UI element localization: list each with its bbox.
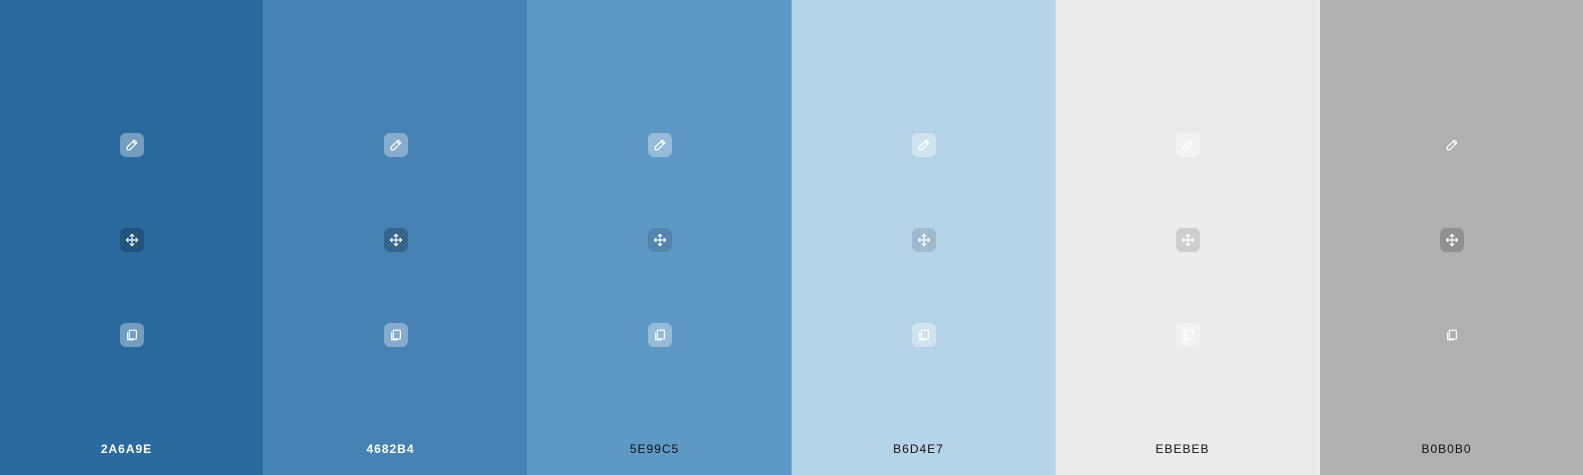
move-icon [125, 233, 138, 247]
copy-icon [654, 329, 665, 341]
swatch-3[interactable]: 5E99C5 [528, 0, 792, 475]
copy-button[interactable] [1440, 323, 1464, 347]
eyedropper-button[interactable] [647, 133, 672, 157]
color-palette: 2A6A9E 4682B4 5E99C5 B6D4E7 EBEBEB B0B0B… [0, 0, 1583, 475]
move-icon [1445, 233, 1458, 247]
copy-button[interactable] [647, 323, 672, 347]
move-icon [389, 233, 402, 247]
swatch-4[interactable]: B6D4E7 [792, 0, 1056, 475]
eyedropper-icon [126, 139, 137, 151]
eyedropper-icon [654, 139, 665, 151]
copy-icon [1446, 329, 1457, 341]
drag-handle-button[interactable] [1439, 228, 1464, 252]
copy-button[interactable] [119, 323, 144, 347]
drag-handle-button[interactable] [1175, 228, 1200, 252]
copy-icon [126, 329, 137, 341]
hex-label[interactable]: 2A6A9E [0, 442, 263, 456]
eyedropper-button[interactable] [119, 133, 144, 157]
swatch-5[interactable]: EBEBEB [1056, 0, 1320, 475]
eyedropper-icon [1182, 139, 1193, 151]
hex-label[interactable]: 4682B4 [254, 442, 527, 456]
eyedropper-icon [918, 139, 929, 151]
copy-icon [1182, 329, 1193, 341]
drag-handle-button[interactable] [647, 228, 672, 252]
copy-button[interactable] [1175, 323, 1200, 347]
hex-label[interactable]: EBEBEB [1046, 442, 1319, 456]
move-icon [1181, 233, 1194, 247]
swatch-2[interactable]: 4682B4 [264, 0, 528, 475]
move-icon [917, 233, 930, 247]
hex-label[interactable]: 5E99C5 [518, 442, 791, 456]
drag-handle-button[interactable] [911, 228, 936, 252]
copy-icon [390, 329, 401, 341]
hex-label[interactable]: B6D4E7 [782, 442, 1055, 456]
copy-button[interactable] [911, 323, 936, 347]
eyedropper-icon [1446, 139, 1457, 151]
move-icon [653, 233, 666, 247]
hex-label[interactable]: B0B0B0 [1310, 442, 1583, 456]
eyedropper-button[interactable] [911, 133, 936, 157]
eyedropper-icon [390, 139, 401, 151]
eyedropper-button[interactable] [1175, 133, 1200, 157]
copy-icon [918, 329, 929, 341]
eyedropper-button[interactable] [383, 133, 408, 157]
copy-button[interactable] [383, 323, 408, 347]
eyedropper-button[interactable] [1440, 133, 1464, 157]
swatch-1[interactable]: 2A6A9E [0, 0, 264, 475]
drag-handle-button[interactable] [383, 228, 408, 252]
drag-handle-button[interactable] [119, 228, 144, 252]
swatch-6[interactable]: B0B0B0 [1320, 0, 1583, 475]
